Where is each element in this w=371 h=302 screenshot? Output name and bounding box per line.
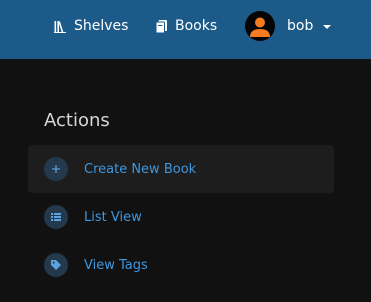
- header: Shelves Books bob: [0, 0, 371, 59]
- nav-books-label: Books: [175, 18, 218, 34]
- create-new-book-label: Create New Book: [84, 161, 197, 177]
- nav-shelves-label: Shelves: [74, 18, 129, 34]
- books-icon: [156, 19, 167, 33]
- view-tags-label: View Tags: [84, 257, 148, 273]
- user-name: bob: [287, 18, 314, 34]
- tag-icon: [44, 253, 68, 277]
- view-tags-action[interactable]: View Tags: [28, 241, 334, 289]
- chevron-down-icon: [323, 25, 332, 29]
- create-new-book-action[interactable]: Create New Book: [28, 145, 334, 193]
- list-icon: [44, 205, 68, 229]
- nav-books-link[interactable]: Books: [156, 0, 217, 52]
- list-view-label: List View: [84, 209, 142, 225]
- avatar: [245, 11, 275, 41]
- plus-icon: [44, 157, 68, 181]
- actions-title: Actions: [44, 110, 110, 131]
- user-avatar-icon: [250, 17, 270, 37]
- list-view-action[interactable]: List View: [28, 193, 334, 241]
- shelves-icon: [54, 20, 66, 33]
- actions-panel: Actions Create New Book List View View T…: [0, 59, 371, 302]
- nav-shelves-link[interactable]: Shelves: [54, 0, 128, 52]
- user-menu[interactable]: bob: [245, 10, 332, 42]
